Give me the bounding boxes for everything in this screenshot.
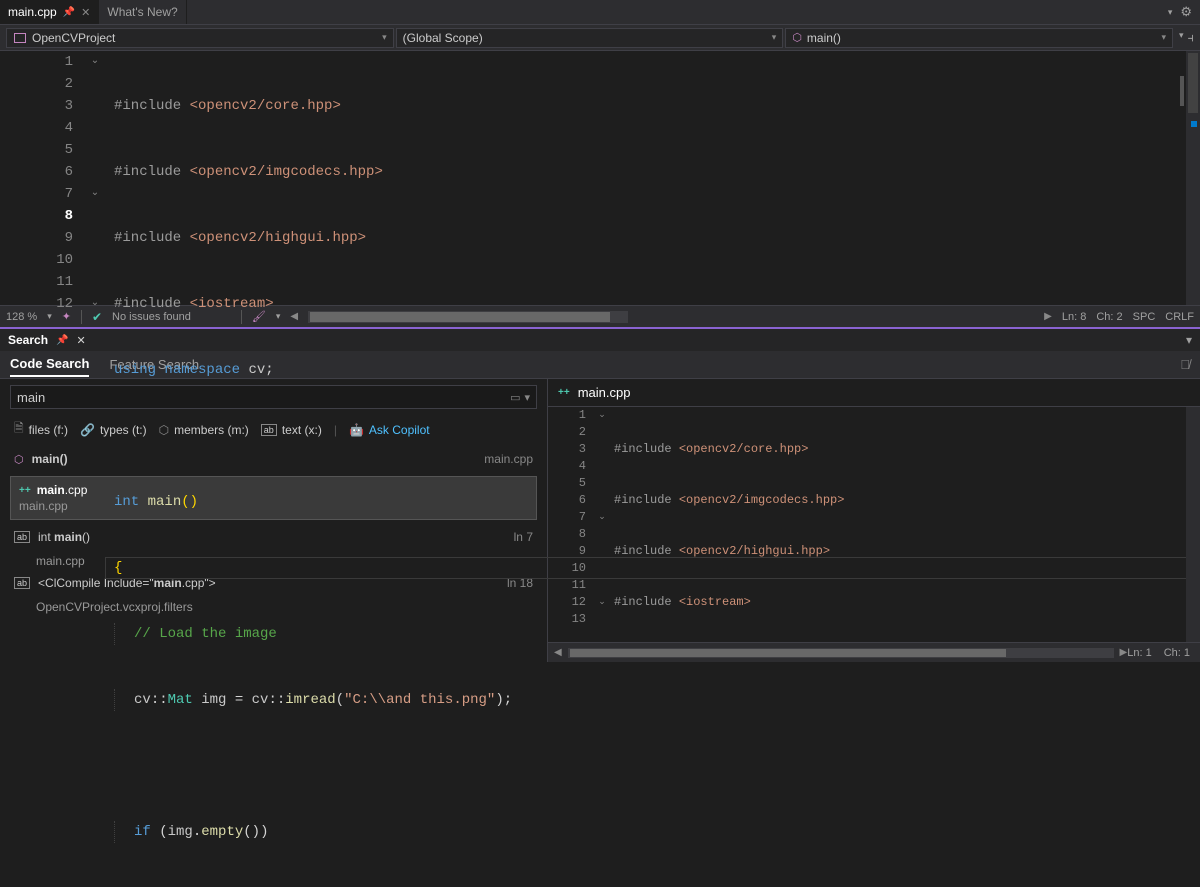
tab-label: What's New? (107, 5, 177, 19)
method-icon: ⬡ (792, 31, 802, 44)
gear-icon[interactable]: ⚙ (1180, 4, 1192, 20)
tab-whats-new[interactable]: What's New? (99, 0, 186, 24)
symbol-dropdown[interactable]: ⬡ main() ▾ (785, 28, 1173, 48)
preview-fold-column: ⌄ ⌄ ⌄ (594, 407, 610, 642)
chevron-down-icon: ▾ (772, 32, 777, 43)
fold-toggle[interactable]: ⌄ (85, 293, 105, 315)
project-name: OpenCVProject (32, 31, 115, 45)
pin-icon[interactable]: 📌 (63, 7, 75, 18)
types-icon: 🔗 (80, 423, 95, 437)
preview-hscrollbar[interactable] (568, 648, 1114, 658)
project-dropdown[interactable]: OpenCVProject ▾ (6, 28, 394, 48)
text-match-icon: ab (14, 577, 30, 589)
fold-toggle[interactable]: ⌄ (85, 183, 105, 205)
filter-files[interactable]: 🗎files (f:) (14, 419, 68, 440)
fold-toggle[interactable]: ⌄ (594, 509, 610, 526)
minimap-region (1180, 76, 1184, 106)
project-icon (14, 33, 26, 43)
navigation-bar: OpenCVProject ▾ (Global Scope) ▾ ⬡ main()… (0, 25, 1200, 51)
scope-dropdown[interactable]: (Global Scope) ▾ (396, 28, 784, 48)
tabs-right-controls: ▾ ⚙ (1168, 0, 1200, 24)
chevron-down-icon[interactable]: ▾ (1168, 7, 1173, 18)
method-icon: ⬡ (14, 453, 24, 466)
search-preview-pane: ++ main.cpp 123 456 789 101112 13 ⌄ ⌄ ⌄ (548, 379, 1200, 662)
close-icon[interactable]: ✕ (81, 6, 90, 19)
search-title: Search (8, 333, 48, 347)
tab-label: main.cpp (8, 5, 57, 19)
editor-vscrollbar[interactable] (1186, 51, 1200, 305)
split-dropdown-icon[interactable]: ▾ (1179, 30, 1184, 46)
code-area[interactable]: #include <opencv2/core.hpp> #include <op… (105, 51, 1200, 305)
text-match-icon: ab (14, 531, 30, 543)
preview-code[interactable]: #include <opencv2/core.hpp> #include <op… (610, 407, 1200, 642)
pin-icon[interactable]: 📌 (56, 335, 68, 346)
symbol-label: main() (807, 31, 841, 45)
tab-main-cpp[interactable]: main.cpp 📌 ✕ (0, 0, 99, 24)
main-editor[interactable]: 1 2 3 4 5 6 7 8 9 10 11 12 ⌄ ⌄ ⌄ #includ… (0, 51, 1200, 305)
fold-toggle[interactable]: ⌄ (594, 407, 610, 424)
chevron-down-icon: ▾ (382, 32, 387, 43)
file-icon: 🗎 (14, 419, 24, 440)
tab-code-search[interactable]: Code Search (10, 352, 89, 377)
document-tabs-bar: main.cpp 📌 ✕ What's New? ▾ ⚙ (0, 0, 1200, 25)
fold-column: ⌄ ⌄ ⌄ (85, 51, 105, 305)
scroll-marker (1191, 121, 1197, 127)
split-icon[interactable]: ⫞ (1188, 30, 1195, 46)
preview-vscrollbar[interactable] (1186, 407, 1200, 642)
fold-toggle[interactable]: ⌄ (594, 594, 610, 611)
result-name: main() (32, 452, 68, 466)
chevron-down-icon: ▾ (1161, 32, 1166, 43)
cpp-file-icon: ++ (19, 485, 31, 496)
scope-label: (Global Scope) (403, 31, 483, 45)
search-query-text: main (17, 390, 45, 405)
preview-gutter: 123 456 789 101112 13 (548, 407, 594, 642)
fold-toggle[interactable]: ⌄ (85, 51, 105, 73)
line-gutter: 1 2 3 4 5 6 7 8 9 10 11 12 (0, 51, 85, 305)
preview-editor[interactable]: 123 456 789 101112 13 ⌄ ⌄ ⌄ #include <op… (548, 407, 1200, 642)
close-icon[interactable]: ✕ (76, 334, 85, 347)
